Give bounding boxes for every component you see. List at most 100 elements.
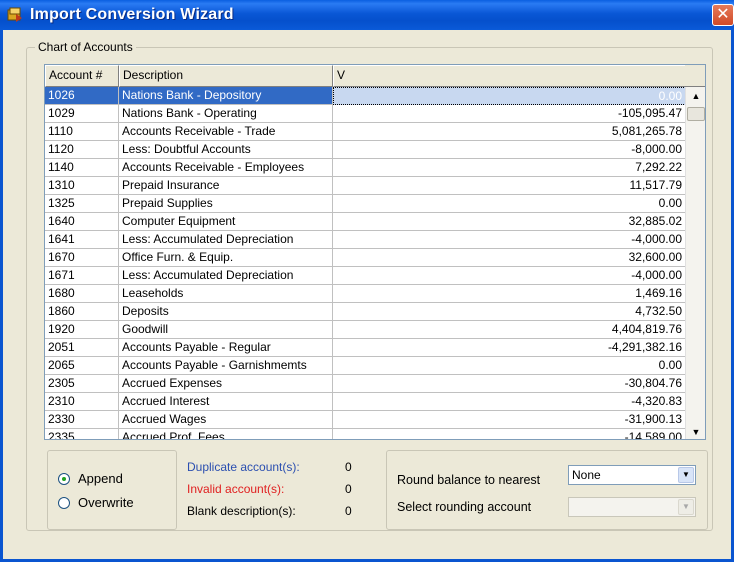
table-row[interactable]: 1920 Goodwill 4,404,819.76 <box>45 321 686 339</box>
append-radio[interactable]: Append <box>58 471 123 486</box>
table-row[interactable]: 1860 Deposits 4,732.50 <box>45 303 686 321</box>
column-header-description[interactable]: Description <box>119 65 333 87</box>
description-cell[interactable]: Accounts Payable - Garnishmemts <box>119 357 333 375</box>
account-number-cell[interactable]: 1140 <box>45 159 119 177</box>
table-row[interactable]: 1029 Nations Bank - Operating -105,095.47 <box>45 105 686 123</box>
account-number-cell[interactable]: 2335 <box>45 429 119 439</box>
description-cell[interactable]: Accrued Interest <box>119 393 333 411</box>
description-cell[interactable]: Nations Bank - Operating <box>119 105 333 123</box>
account-number-cell[interactable]: 2310 <box>45 393 119 411</box>
description-cell[interactable]: Accrued Expenses <box>119 375 333 393</box>
value-cell[interactable]: -105,095.47 <box>333 105 686 123</box>
value-cell[interactable]: 0.00 <box>333 195 686 213</box>
description-cell[interactable]: Deposits <box>119 303 333 321</box>
description-cell[interactable]: Accounts Payable - Regular <box>119 339 333 357</box>
chevron-down-icon[interactable]: ▼ <box>678 467 694 483</box>
table-row[interactable]: 2305 Accrued Expenses -30,804.76 <box>45 375 686 393</box>
value-cell[interactable]: 4,732.50 <box>333 303 686 321</box>
overwrite-radio[interactable]: Overwrite <box>58 495 134 510</box>
description-cell[interactable]: Less: Accumulated Depreciation <box>119 267 333 285</box>
account-number-cell[interactable]: 1310 <box>45 177 119 195</box>
table-row[interactable]: 1026 Nations Bank - Depository 0.00 <box>45 87 686 105</box>
account-number-cell[interactable]: 1026 <box>45 87 119 105</box>
table-row[interactable]: 2051 Accounts Payable - Regular -4,291,382… <box>45 339 686 357</box>
table-row[interactable]: 1680 Leaseholds 1,469.16 <box>45 285 686 303</box>
scroll-up-icon[interactable]: ▲ <box>687 87 705 105</box>
description-cell[interactable]: Prepaid Insurance <box>119 177 333 195</box>
value-cell[interactable]: -4,000.00 <box>333 267 686 285</box>
round-balance-select[interactable]: None ▼ <box>568 465 696 485</box>
table-row[interactable]: 2330 Accrued Wages -31,900.13 <box>45 411 686 429</box>
value-cell[interactable]: -14,589.00 <box>333 429 686 439</box>
scroll-down-icon[interactable]: ▼ <box>687 423 705 439</box>
account-number-cell[interactable]: 1680 <box>45 285 119 303</box>
table-row[interactable]: 2065 Accounts Payable - Garnishmemts 0.00 <box>45 357 686 375</box>
value-cell[interactable]: -4,320.83 <box>333 393 686 411</box>
account-number-cell[interactable]: 1110 <box>45 123 119 141</box>
value-cell[interactable]: 4,404,819.76 <box>333 321 686 339</box>
column-header-account[interactable]: Account # <box>45 65 119 87</box>
value-cell[interactable]: 1,469.16 <box>333 285 686 303</box>
value-cell[interactable]: -4,000.00 <box>333 231 686 249</box>
value-cell[interactable]: -31,900.13 <box>333 411 686 429</box>
description-cell[interactable]: Accrued Prof. Fees <box>119 429 333 439</box>
account-number-cell[interactable]: 2065 <box>45 357 119 375</box>
description-cell[interactable]: Less: Doubtful Accounts <box>119 141 333 159</box>
account-number-cell[interactable]: 2305 <box>45 375 119 393</box>
value-cell[interactable]: 7,292.22 <box>333 159 686 177</box>
account-number-cell[interactable]: 1029 <box>45 105 119 123</box>
description-cell[interactable]: Accounts Receivable - Employees <box>119 159 333 177</box>
description-cell[interactable]: Accrued Wages <box>119 411 333 429</box>
table-row[interactable]: 2335 Accrued Prof. Fees -14,589.00 <box>45 429 686 439</box>
account-number-cell[interactable]: 1671 <box>45 267 119 285</box>
description-cell[interactable]: Goodwill <box>119 321 333 339</box>
value-cell[interactable]: 0.00 <box>333 87 686 105</box>
close-button[interactable]: ✕ <box>712 4 734 26</box>
account-number-cell[interactable]: 1920 <box>45 321 119 339</box>
description-cell[interactable]: Nations Bank - Depository <box>119 87 333 105</box>
table-row[interactable]: 1310 Prepaid Insurance 11,517.79 <box>45 177 686 195</box>
round-balance-label: Round balance to nearest <box>397 473 541 487</box>
account-number-cell[interactable]: 1860 <box>45 303 119 321</box>
value-cell[interactable]: 32,600.00 <box>333 249 686 267</box>
account-number-cell[interactable]: 1641 <box>45 231 119 249</box>
app-icon <box>6 6 24 24</box>
title-bar: Import Conversion Wizard ✕ <box>0 0 734 30</box>
account-number-cell[interactable]: 1640 <box>45 213 119 231</box>
grid-rows: 1026 Nations Bank - Depository 0.00 1029 Nat… <box>45 87 686 439</box>
chevron-down-icon[interactable]: ▼ <box>678 499 694 515</box>
description-cell[interactable]: Leaseholds <box>119 285 333 303</box>
description-cell[interactable]: Office Furn. & Equip. <box>119 249 333 267</box>
description-cell[interactable]: Accounts Receivable - Trade <box>119 123 333 141</box>
account-number-cell[interactable]: 1120 <box>45 141 119 159</box>
table-row[interactable]: 2310 Accrued Interest -4,320.83 <box>45 393 686 411</box>
value-cell[interactable]: -8,000.00 <box>333 141 686 159</box>
table-row[interactable]: 1671 Less: Accumulated Depreciation -4,000… <box>45 267 686 285</box>
value-cell[interactable]: 0.00 <box>333 357 686 375</box>
value-cell[interactable]: 32,885.02 <box>333 213 686 231</box>
table-row[interactable]: 1325 Prepaid Supplies 0.00 <box>45 195 686 213</box>
rounding-account-select[interactable]: ▼ <box>568 497 696 517</box>
accounts-grid[interactable]: Account # Description V 1026 Nations Bank… <box>44 64 706 440</box>
value-cell[interactable]: 11,517.79 <box>333 177 686 195</box>
table-row[interactable]: 1120 Less: Doubtful Accounts -8,000.00 <box>45 141 686 159</box>
scroll-thumb[interactable] <box>687 107 705 121</box>
column-header-value[interactable]: V <box>333 65 686 87</box>
description-cell[interactable]: Prepaid Supplies <box>119 195 333 213</box>
table-row[interactable]: 1110 Accounts Receivable - Trade 5,081,265… <box>45 123 686 141</box>
value-cell[interactable]: -4,291,382.16 <box>333 339 686 357</box>
description-cell[interactable]: Less: Accumulated Depreciation <box>119 231 333 249</box>
table-row[interactable]: 1640 Computer Equipment 32,885.02 <box>45 213 686 231</box>
account-number-cell[interactable]: 2330 <box>45 411 119 429</box>
table-row[interactable]: 1670 Office Furn. & Equip. 32,600.00 <box>45 249 686 267</box>
vertical-scrollbar[interactable]: ▲ ▼ <box>685 87 705 439</box>
account-number-cell[interactable]: 2051 <box>45 339 119 357</box>
account-number-cell[interactable]: 1325 <box>45 195 119 213</box>
account-number-cell[interactable]: 1670 <box>45 249 119 267</box>
round-balance-value: None <box>572 468 601 482</box>
table-row[interactable]: 1641 Less: Accumulated Depreciation -4,000… <box>45 231 686 249</box>
value-cell[interactable]: -30,804.76 <box>333 375 686 393</box>
description-cell[interactable]: Computer Equipment <box>119 213 333 231</box>
table-row[interactable]: 1140 Accounts Receivable - Employees 7,292… <box>45 159 686 177</box>
value-cell[interactable]: 5,081,265.78 <box>333 123 686 141</box>
